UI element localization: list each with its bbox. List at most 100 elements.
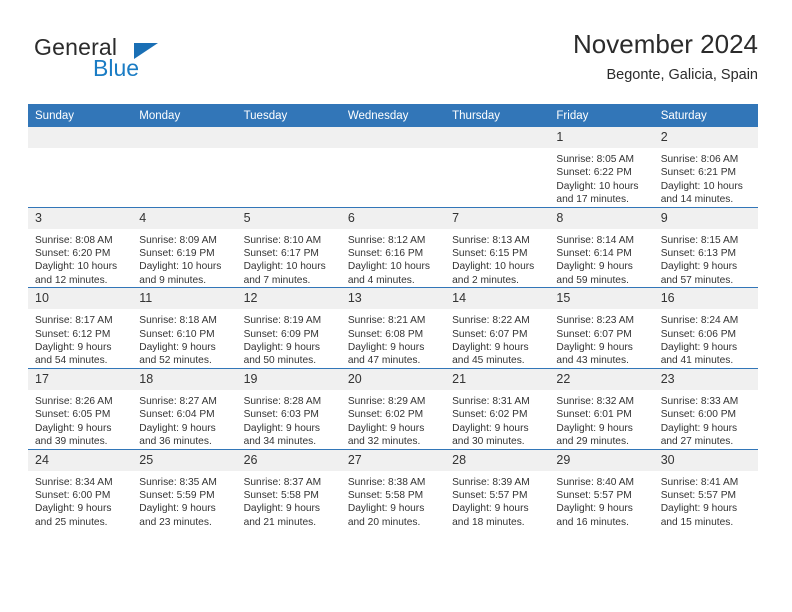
sunset-text: Sunset: 6:12 PM [35,328,111,340]
day-details: Sunrise: 8:19 AM Sunset: 6:09 PM Daylight:… [237,309,341,368]
day-details: Sunrise: 8:18 AM Sunset: 6:10 PM Daylight:… [132,309,236,368]
day-details: Sunrise: 8:26 AM Sunset: 6:05 PM Daylight:… [28,390,132,449]
calendar-day-cell[interactable]: 9 Sunrise: 8:15 AM Sunset: 6:13 PM Daylight… [653,206,758,288]
calendar-day-cell[interactable]: 28 Sunrise: 8:39 AM Sunset: 5:57 PM Dayligh… [445,448,550,530]
day-number: 6 [340,207,446,229]
sunrise-text: Sunrise: 8:35 AM [139,476,217,488]
calendar-header-row: Sunday Monday Tuesday Wednesday Thursday Frid… [28,104,758,127]
sunrise-text: Sunrise: 8:23 AM [556,315,634,327]
sunset-text: Sunset: 6:13 PM [660,248,737,260]
brand-name-blue: Blue [93,55,140,81]
calendar-day-cell[interactable]: 26 Sunrise: 8:37 AM Sunset: 5:58 PM Dayligh… [236,448,341,530]
calendar-page: General Blue November 2024 Begonte, Gali… [0,0,792,612]
calendar-day-cell[interactable]: 21 Sunrise: 8:31 AM Sunset: 6:02 PM Dayligh… [445,367,550,449]
day-number [445,127,550,148]
sunset-text: Sunset: 6:16 PM [347,248,424,260]
daylight-text: Daylight: 10 hours and 14 minutes. [660,180,743,206]
calendar-day-cell[interactable]: 15 Sunrise: 8:23 AM Sunset: 6:07 PM Dayligh… [549,287,654,369]
day-details: Sunrise: 8:09 AM Sunset: 6:19 PM Daylight:… [132,229,236,288]
day-number: 23 [653,368,758,390]
sunset-text: Sunset: 6:17 PM [243,248,319,260]
sunrise-text: Sunrise: 8:41 AM [660,476,739,488]
sunset-text: Sunset: 6:20 PM [35,248,111,260]
calendar-week-row: 10 Sunrise: 8:17 AM Sunset: 6:12 PM Dayligh… [28,287,758,369]
sunset-text: Sunset: 5:57 PM [556,489,632,501]
calendar-day-cell[interactable]: 11 Sunrise: 8:18 AM Sunset: 6:10 PM Dayligh… [132,287,237,369]
weekday-header-saturday: Saturday [653,104,758,127]
day-details: Sunrise: 8:27 AM Sunset: 6:04 PM Daylight:… [132,390,236,449]
calendar-day-cell[interactable]: 19 Sunrise: 8:28 AM Sunset: 6:03 PM Dayligh… [236,367,341,449]
daylight-text: Daylight: 9 hours and 20 minutes. [347,503,425,528]
sunrise-text: Sunrise: 8:27 AM [139,395,217,407]
sunrise-text: Sunrise: 8:21 AM [347,315,426,327]
calendar-day-cell[interactable]: 12 Sunrise: 8:19 AM Sunset: 6:09 PM Dayligh… [236,287,341,369]
sunrise-text: Sunrise: 8:29 AM [347,395,426,407]
sunrise-text: Sunrise: 8:05 AM [556,154,634,165]
calendar-day-cell[interactable]: 20 Sunrise: 8:29 AM Sunset: 6:02 PM Dayligh… [340,367,446,449]
daylight-text: Daylight: 9 hours and 16 minutes. [556,503,633,528]
day-number: 14 [445,288,550,310]
calendar-day-cell[interactable]: 22 Sunrise: 8:32 AM Sunset: 6:01 PM Dayligh… [549,367,654,449]
sunrise-text: Sunrise: 8:38 AM [347,476,426,488]
sunrise-text: Sunrise: 8:10 AM [243,234,322,246]
day-details: Sunrise: 8:33 AM Sunset: 6:00 PM Daylight:… [654,390,758,449]
calendar-day-cell[interactable]: 17 Sunrise: 8:26 AM Sunset: 6:05 PM Dayligh… [28,367,133,449]
sunset-text: Sunset: 6:22 PM [556,167,632,179]
sunrise-text: Sunrise: 8:17 AM [35,315,113,327]
calendar-day-cell[interactable]: 6 Sunrise: 8:12 AM Sunset: 6:16 PM Daylight… [340,206,446,288]
calendar-day-cell-empty [340,127,446,208]
daylight-text: Daylight: 9 hours and 52 minutes. [139,342,216,367]
sunset-text: Sunset: 6:14 PM [556,248,632,260]
page-title: November 2024 [573,29,758,59]
day-number [340,127,446,148]
calendar-day-cell[interactable]: 27 Sunrise: 8:38 AM Sunset: 5:58 PM Dayligh… [340,448,446,530]
day-number: 17 [28,368,133,390]
day-number: 10 [28,288,133,310]
day-number [132,127,237,148]
day-number: 4 [132,207,237,229]
calendar-day-cell[interactable]: 5 Sunrise: 8:10 AM Sunset: 6:17 PM Daylight… [236,206,341,288]
calendar-day-cell[interactable]: 13 Sunrise: 8:21 AM Sunset: 6:08 PM Dayligh… [340,287,446,369]
day-number: 28 [445,449,550,471]
day-details: Sunrise: 8:10 AM Sunset: 6:17 PM Daylight:… [237,229,341,288]
daylight-text: Daylight: 9 hours and 23 minutes. [139,503,216,528]
day-number: 13 [340,288,446,310]
sunrise-text: Sunrise: 8:26 AM [35,395,113,407]
calendar-day-cell[interactable]: 7 Sunrise: 8:13 AM Sunset: 6:15 PM Daylight… [445,206,550,288]
day-number: 25 [132,449,237,471]
calendar-day-cell[interactable]: 25 Sunrise: 8:35 AM Sunset: 5:59 PM Dayligh… [132,448,237,530]
sunset-text: Sunset: 6:00 PM [35,489,111,501]
sunset-text: Sunset: 6:09 PM [243,328,319,340]
calendar-day-cell[interactable]: 16 Sunrise: 8:24 AM Sunset: 6:06 PM Dayligh… [653,287,758,369]
calendar-day-cell[interactable]: 10 Sunrise: 8:17 AM Sunset: 6:12 PM Dayligh… [28,287,133,369]
calendar-day-cell[interactable]: 29 Sunrise: 8:40 AM Sunset: 5:57 PM Dayligh… [549,448,654,530]
sunset-text: Sunset: 6:04 PM [139,409,215,421]
daylight-text: Daylight: 9 hours and 29 minutes. [556,422,633,448]
calendar-day-cell[interactable]: 1 Sunrise: 8:05 AM Sunset: 6:22 PM Daylight… [549,127,654,208]
sunset-text: Sunset: 6:10 PM [139,328,215,340]
sunset-text: Sunset: 6:06 PM [660,328,737,340]
daylight-text: Daylight: 10 hours and 12 minutes. [35,261,118,286]
sunset-text: Sunset: 6:03 PM [243,409,319,421]
calendar-day-cell[interactable]: 23 Sunrise: 8:33 AM Sunset: 6:00 PM Dayligh… [653,367,758,449]
sunset-text: Sunset: 5:57 PM [452,489,528,501]
day-number: 20 [340,368,446,390]
sunrise-text: Sunrise: 8:08 AM [35,234,113,246]
calendar-day-cell[interactable]: 24 Sunrise: 8:34 AM Sunset: 6:00 PM Dayligh… [28,448,133,530]
calendar-day-cell[interactable]: 2 Sunrise: 8:06 AM Sunset: 6:21 PM Daylight… [653,127,758,208]
calendar-day-cell[interactable]: 30 Sunrise: 8:41 AM Sunset: 5:57 PM Dayligh… [653,448,758,530]
calendar-day-cell[interactable]: 14 Sunrise: 8:22 AM Sunset: 6:07 PM Dayligh… [445,287,550,369]
weekday-header-wednesday: Wednesday [340,104,446,127]
sunset-text: Sunset: 5:59 PM [139,489,215,501]
calendar-day-cell[interactable]: 18 Sunrise: 8:27 AM Sunset: 6:04 PM Dayligh… [132,367,237,449]
calendar-table: Sunday Monday Tuesday Wednesday Thursday Frid… [28,104,758,530]
brand-logo[interactable]: General Blue [34,34,244,90]
calendar-day-cell[interactable]: 8 Sunrise: 8:14 AM Sunset: 6:14 PM Daylight… [549,206,654,288]
sunrise-text: Sunrise: 8:15 AM [660,234,739,246]
weekday-header-sunday: Sunday [28,104,133,127]
day-details [341,148,445,153]
calendar-day-cell[interactable]: 3 Sunrise: 8:08 AM Sunset: 6:20 PM Daylight… [28,206,133,288]
sunrise-text: Sunrise: 8:39 AM [452,476,530,488]
day-details: Sunrise: 8:13 AM Sunset: 6:15 PM Daylight:… [445,229,549,288]
calendar-day-cell[interactable]: 4 Sunrise: 8:09 AM Sunset: 6:19 PM Daylight… [132,206,237,288]
